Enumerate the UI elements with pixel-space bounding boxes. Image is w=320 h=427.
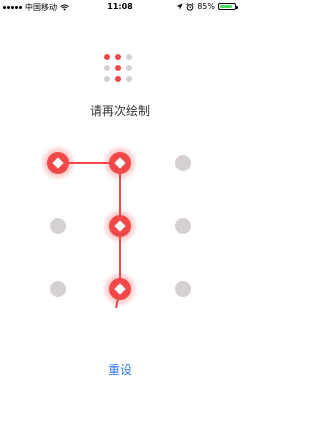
pattern-node-active[interactable] <box>40 145 76 181</box>
pattern-node[interactable] <box>175 155 191 171</box>
pattern-node[interactable] <box>50 218 66 234</box>
reset-button-wrapper: 重设 <box>0 361 240 378</box>
pattern-node[interactable] <box>175 281 191 297</box>
gesture-lock-screen: 中国移动 11:08 85% 请再次绘制 重设 <box>0 0 240 427</box>
pattern-node-active[interactable] <box>102 271 138 307</box>
pattern-node-active[interactable] <box>102 145 138 181</box>
reset-button[interactable]: 重设 <box>108 363 132 377</box>
pattern-node[interactable] <box>175 218 191 234</box>
pattern-node[interactable] <box>50 281 66 297</box>
pattern-node-active[interactable] <box>102 208 138 244</box>
